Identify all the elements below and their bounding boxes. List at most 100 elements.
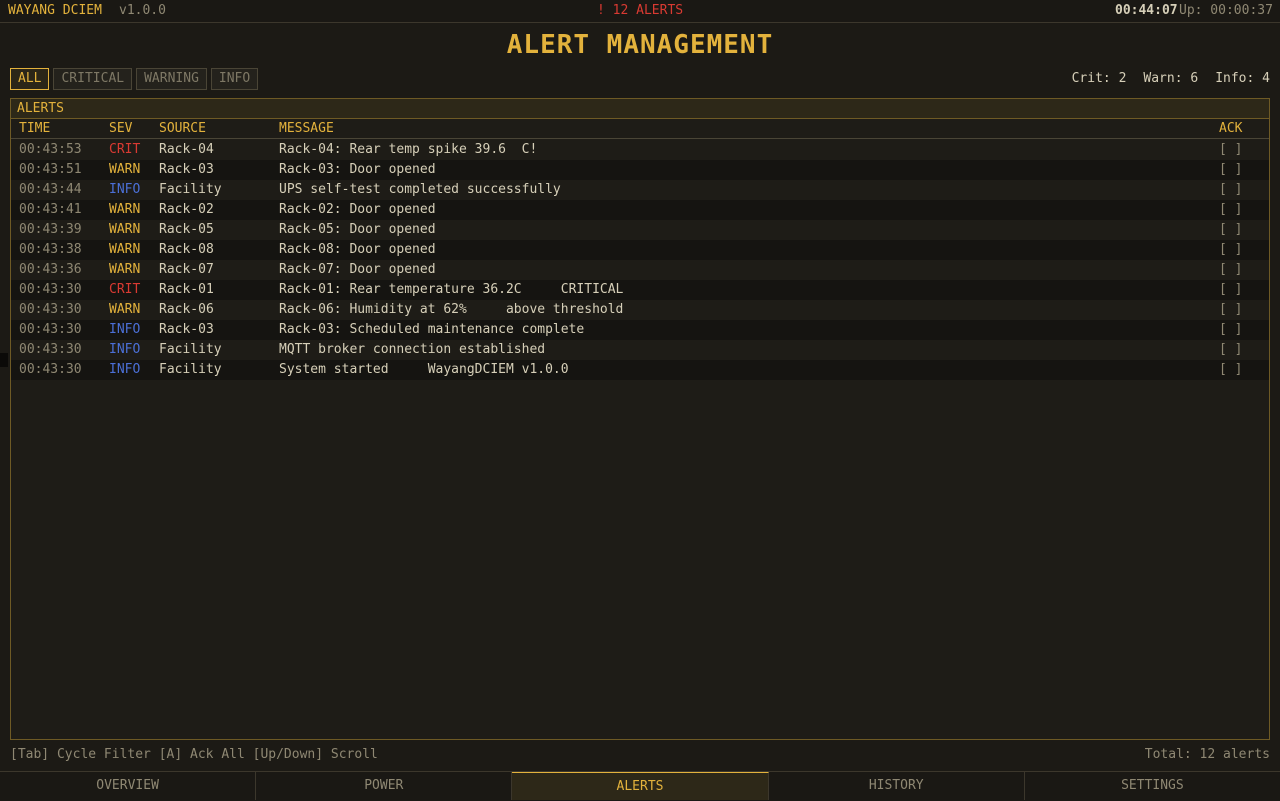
warn-count: Warn: 6 bbox=[1143, 71, 1199, 86]
alert-message: Rack-01: Rear temperature 36.2C CRITICAL bbox=[279, 282, 624, 297]
alert-row[interactable]: 00:43:30 WARN Rack-06 Rack-06: Humidity at … bbox=[11, 300, 1269, 320]
alert-message: Rack-06: Humidity at 62% above threshold bbox=[279, 302, 624, 317]
alert-source: Rack-04 bbox=[159, 142, 214, 157]
info-count: Info: 4 bbox=[1215, 71, 1270, 86]
alert-ack-checkbox[interactable]: [ ] bbox=[1219, 362, 1242, 377]
alert-row[interactable]: 00:43:41 WARN Rack-02 Rack-02: Door opened [… bbox=[11, 200, 1269, 220]
alert-row[interactable]: 00:43:39 WARN Rack-05 Rack-05: Door opened [… bbox=[11, 220, 1269, 240]
alert-time: 00:43:44 bbox=[19, 182, 82, 197]
scroll-marker bbox=[0, 353, 8, 367]
alert-message: Rack-03: Scheduled maintenance complete bbox=[279, 322, 585, 337]
alert-time: 00:43:30 bbox=[19, 362, 82, 377]
alert-source: Rack-03 bbox=[159, 322, 214, 337]
keyboard-help: [Tab] Cycle Filter [A] Ack All [Up/Down]… bbox=[10, 747, 378, 762]
alert-message: MQTT broker connection established bbox=[279, 342, 546, 357]
page-title: ALERT MANAGEMENT bbox=[506, 30, 774, 60]
alert-time: 00:43:53 bbox=[19, 142, 82, 157]
alert-time: 00:43:30 bbox=[19, 302, 82, 317]
tab-alerts[interactable]: ALERTS bbox=[512, 772, 769, 800]
alert-time: 00:43:38 bbox=[19, 242, 82, 257]
alert-severity: INFO bbox=[109, 342, 141, 357]
alert-ack-checkbox[interactable]: [ ] bbox=[1219, 342, 1242, 357]
alert-severity: CRIT bbox=[109, 282, 141, 297]
col-header-ack: ACK bbox=[1219, 121, 1243, 136]
alert-ack-checkbox[interactable]: [ ] bbox=[1219, 302, 1242, 317]
alert-message: Rack-04: Rear temp spike 39.6 C! bbox=[279, 142, 538, 157]
alerts-table-body: 00:43:53 CRIT Rack-04 Rack-04: Rear temp sp… bbox=[11, 139, 1269, 380]
alert-ack-checkbox[interactable]: [ ] bbox=[1219, 222, 1242, 237]
alert-source: Rack-05 bbox=[159, 222, 214, 237]
alert-source: Rack-08 bbox=[159, 242, 214, 257]
alert-ack-checkbox[interactable]: [ ] bbox=[1219, 242, 1242, 257]
alert-row[interactable]: 00:43:38 WARN Rack-08 Rack-08: Door opened [… bbox=[11, 240, 1269, 260]
alert-ack-checkbox[interactable]: [ ] bbox=[1219, 202, 1242, 217]
alert-severity: WARN bbox=[109, 242, 141, 257]
alert-time: 00:43:30 bbox=[19, 342, 82, 357]
alert-severity: WARN bbox=[109, 222, 141, 237]
alert-ack-checkbox[interactable]: [ ] bbox=[1219, 162, 1242, 177]
alert-severity: INFO bbox=[109, 182, 141, 197]
col-header-source: SOURCE bbox=[159, 121, 206, 136]
severity-counts: Crit: 2 Warn: 6 Info: 4 bbox=[1072, 71, 1270, 86]
alert-source: Facility bbox=[159, 342, 222, 357]
alert-row[interactable]: 00:43:44 INFO Facility UPS self-test comple… bbox=[11, 180, 1269, 200]
alert-severity: WARN bbox=[109, 302, 141, 317]
alert-row[interactable]: 00:43:30 INFO Facility MQTT broker connecti… bbox=[11, 340, 1269, 360]
col-header-sev: SEV bbox=[109, 121, 133, 136]
alert-ack-checkbox[interactable]: [ ] bbox=[1219, 182, 1242, 197]
crit-count: Crit: 2 bbox=[1071, 71, 1127, 86]
severity-filter-bar: ALL CRITICAL WARNING INFO bbox=[10, 68, 259, 90]
app-name: WAYANG DCIEM bbox=[8, 3, 102, 18]
alert-severity: WARN bbox=[109, 262, 141, 277]
alert-time: 00:43:30 bbox=[19, 322, 82, 337]
alert-source: Rack-03 bbox=[159, 162, 214, 177]
alert-source: Rack-01 bbox=[159, 282, 214, 297]
filter-all-button[interactable]: ALL bbox=[10, 68, 50, 90]
alert-time: 00:43:39 bbox=[19, 222, 82, 237]
alert-row[interactable]: 00:43:30 INFO Rack-03 Rack-03: Scheduled ma… bbox=[11, 320, 1269, 340]
uptime: Up: 00:00:37 bbox=[1179, 3, 1273, 18]
alert-message: System started WayangDCIEM v1.0.0 bbox=[279, 362, 569, 377]
alert-row[interactable]: 00:43:51 WARN Rack-03 Rack-03: Door opened [… bbox=[11, 160, 1269, 180]
alert-severity: INFO bbox=[109, 362, 141, 377]
alert-time: 00:43:51 bbox=[19, 162, 82, 177]
alert-message: Rack-05: Door opened bbox=[279, 222, 436, 237]
alert-row[interactable]: 00:43:53 CRIT Rack-04 Rack-04: Rear temp sp… bbox=[11, 140, 1269, 160]
alert-row[interactable]: 00:43:30 CRIT Rack-01 Rack-01: Rear tempera… bbox=[11, 280, 1269, 300]
alert-count-indicator[interactable]: ! 12 ALERTS bbox=[597, 3, 683, 18]
tab-settings[interactable]: SETTINGS bbox=[1024, 772, 1280, 800]
alert-message: Rack-03: Door opened bbox=[279, 162, 436, 177]
alert-source: Rack-07 bbox=[159, 262, 214, 277]
alert-source: Rack-02 bbox=[159, 202, 214, 217]
alert-severity: CRIT bbox=[109, 142, 141, 157]
total-alerts: Total: 12 alerts bbox=[1144, 747, 1270, 762]
alert-severity: WARN bbox=[109, 202, 141, 217]
alert-message: UPS self-test completed successfully bbox=[279, 182, 561, 197]
alert-time: 00:43:30 bbox=[19, 282, 82, 297]
tab-power[interactable]: POWER bbox=[256, 772, 513, 800]
tab-overview[interactable]: OVERVIEW bbox=[0, 772, 257, 800]
alert-message: Rack-07: Door opened bbox=[279, 262, 436, 277]
alert-message: Rack-02: Door opened bbox=[279, 202, 436, 217]
alert-severity: WARN bbox=[109, 162, 141, 177]
alert-message: Rack-08: Door opened bbox=[279, 242, 436, 257]
alerts-panel: ALERTS TIME SEV SOURCE MESSAGE ACK 00:43… bbox=[10, 98, 1270, 740]
bottom-tab-bar: OVERVIEW POWER ALERTS HISTORY SETTINGS bbox=[0, 771, 1280, 800]
alert-source: Facility bbox=[159, 182, 222, 197]
alert-row[interactable]: 00:43:36 WARN Rack-07 Rack-07: Door opened [… bbox=[11, 260, 1269, 280]
top-status-bar: WAYANG DCIEM v1.0.0 ! 12 ALERTS 00:44:07… bbox=[0, 0, 1280, 23]
alert-ack-checkbox[interactable]: [ ] bbox=[1219, 322, 1242, 337]
alert-row[interactable]: 00:43:30 INFO Facility System started Wayan… bbox=[11, 360, 1269, 380]
clock: 00:44:07 bbox=[1115, 3, 1178, 18]
alert-source: Facility bbox=[159, 362, 222, 377]
alerts-table-header: TIME SEV SOURCE MESSAGE ACK bbox=[11, 119, 1269, 139]
alert-ack-checkbox[interactable]: [ ] bbox=[1219, 142, 1242, 157]
tab-history[interactable]: HISTORY bbox=[768, 772, 1025, 800]
alert-ack-checkbox[interactable]: [ ] bbox=[1219, 262, 1242, 277]
alert-ack-checkbox[interactable]: [ ] bbox=[1219, 282, 1242, 297]
filter-warning-button[interactable]: WARNING bbox=[136, 68, 207, 90]
filter-critical-button[interactable]: CRITICAL bbox=[53, 68, 133, 90]
col-header-time: TIME bbox=[19, 121, 51, 136]
col-header-message: MESSAGE bbox=[279, 121, 334, 136]
filter-info-button[interactable]: INFO bbox=[210, 68, 259, 90]
